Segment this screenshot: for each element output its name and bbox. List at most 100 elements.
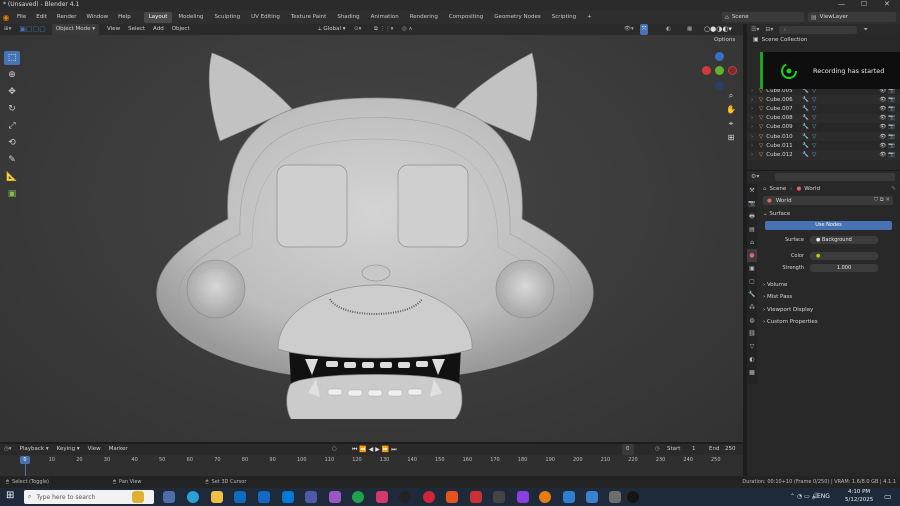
expand-icon[interactable]: › xyxy=(751,124,759,130)
properties-type-icon[interactable]: ⚙▾ xyxy=(747,173,763,180)
close-icon[interactable]: ✕ xyxy=(884,0,890,8)
add-cube-icon[interactable]: ▣ xyxy=(4,187,20,201)
y-axis-icon[interactable] xyxy=(715,66,724,75)
surface-shader-field[interactable]: ● Background xyxy=(810,235,878,244)
use-nodes-button[interactable]: Use Nodes xyxy=(765,220,892,230)
tab-layout[interactable]: Layout xyxy=(143,12,173,23)
scene-collection-row[interactable]: ▣ Scene Collection xyxy=(747,35,900,44)
windows-start-icon[interactable]: ⊞ xyxy=(6,490,14,501)
expand-icon[interactable]: › xyxy=(751,143,759,149)
filter-icon[interactable]: ⏷ xyxy=(863,26,868,34)
overlay-icon[interactable]: ◐ xyxy=(662,24,675,35)
scene-tab-icon[interactable]: ⌂ xyxy=(747,236,757,249)
rotate-icon[interactable]: ↻ xyxy=(4,102,20,116)
teams-icon[interactable] xyxy=(305,491,317,503)
expand-icon[interactable]: › xyxy=(751,106,759,112)
3d-viewport[interactable]: Options ⌕ ✋ ⌖ ⊞ xyxy=(0,35,743,442)
app-grey2-icon[interactable] xyxy=(609,491,621,503)
x-neg-axis-icon[interactable] xyxy=(702,66,711,75)
visibility-render-icons[interactable]: 👁 📷 xyxy=(879,124,895,130)
outliner-item[interactable]: › ▽ Cube.010 🔧 ▽ 👁 📷 xyxy=(747,131,900,142)
photos-icon[interactable] xyxy=(563,491,575,503)
tab-compositing[interactable]: Compositing xyxy=(444,12,488,23)
pin-icon[interactable]: ✎ xyxy=(891,186,896,192)
timeline-type-icon[interactable]: ◷▾ xyxy=(0,444,16,455)
menu-view-timeline[interactable]: View xyxy=(84,444,105,455)
menu-render[interactable]: Render xyxy=(52,11,82,24)
panel-surface[interactable]: ⌄ Surface xyxy=(747,208,900,221)
visibility-render-icons[interactable]: 👁 📷 xyxy=(879,97,895,103)
strength-field[interactable]: 1.000 xyxy=(810,263,878,272)
tab-shading[interactable]: Shading xyxy=(332,12,364,23)
modifiers-tab-icon[interactable]: 🔧 xyxy=(747,288,757,301)
snap-icon[interactable]: ⧉ ⋮⋮▾ xyxy=(370,24,397,35)
system-tray-icons[interactable]: ⌃ ◔ ▭ 🔊 xyxy=(790,493,819,500)
expand-icon[interactable]: › xyxy=(751,152,759,158)
edge-icon[interactable] xyxy=(187,491,199,503)
constraints-tab-icon[interactable]: ⛓ xyxy=(747,327,757,340)
outliner-item[interactable]: › ▽ Cube.006 🔧 ▽ 👁 📷 xyxy=(747,95,900,105)
app-blue-icon[interactable] xyxy=(586,491,598,503)
x-axis-icon[interactable] xyxy=(728,66,737,75)
shading-modes-icon[interactable]: ○●◑◐▾ xyxy=(700,24,736,35)
menu-help[interactable]: Help xyxy=(113,11,136,24)
object-tab-icon[interactable]: ▢ xyxy=(747,275,757,288)
timeline-body[interactable]: 0 10 20 30 40 50 60 70 80 90 100 110 120 130 140 150 160… xyxy=(0,455,743,476)
maximize-icon[interactable]: ☐ xyxy=(861,0,867,8)
world-tab-icon[interactable]: ● xyxy=(747,249,757,262)
fake-user-icon[interactable]: ⛉ ⧉ ✕ xyxy=(874,197,890,204)
app-purple-icon[interactable] xyxy=(329,491,341,503)
panel-custom-properties[interactable]: › Custom Properties xyxy=(747,316,900,329)
z-neg-axis-icon[interactable] xyxy=(715,81,724,90)
display-mode-icon[interactable]: ⊟▾ xyxy=(763,26,775,33)
transform-icon[interactable]: ⟲ xyxy=(4,136,20,150)
visibility-render-icons[interactable]: 👁 📷 xyxy=(879,106,895,112)
gizmo-toggle-icon[interactable]: ⤧ xyxy=(640,24,649,35)
menu-playback[interactable]: Playback ▾ xyxy=(16,444,53,455)
data-tab-icon[interactable]: ▽ xyxy=(747,340,757,353)
tab-animation[interactable]: Animation xyxy=(366,12,404,23)
menu-window[interactable]: Window xyxy=(81,11,113,24)
render-tab-icon[interactable]: 📷 xyxy=(747,197,757,210)
material-tab-icon[interactable]: ◐ xyxy=(747,353,757,366)
menu-file[interactable]: File xyxy=(12,11,31,24)
blender-taskbar-icon[interactable] xyxy=(539,491,551,503)
panel-viewport-display[interactable]: › Viewport Display xyxy=(747,304,900,317)
twitch-icon[interactable] xyxy=(517,491,529,503)
tab-modeling[interactable]: Modeling xyxy=(173,12,208,23)
chrome-icon[interactable] xyxy=(352,491,364,503)
app-grey-icon[interactable] xyxy=(493,491,505,503)
panel-volume[interactable]: › Volume xyxy=(747,279,900,292)
paint-app-icon[interactable] xyxy=(446,491,458,503)
outliner-type-icon[interactable]: ☰▾ xyxy=(747,26,763,33)
transform-orientation-dropdown[interactable]: ⟂ Global ▾ xyxy=(314,24,349,35)
file-explorer-icon[interactable] xyxy=(211,491,223,503)
visibility-render-icons[interactable]: 👁 📷 xyxy=(879,143,895,149)
clock-icon[interactable]: ◷ xyxy=(651,444,664,455)
task-view-icon[interactable] xyxy=(163,491,175,503)
mail-icon[interactable] xyxy=(258,491,270,503)
object-mode-dropdown[interactable]: Object Mode ▾ xyxy=(51,24,100,35)
visibility-render-icons[interactable]: 👁 📷 xyxy=(879,134,895,140)
media-player-icon[interactable] xyxy=(423,491,435,503)
recorder-icon[interactable] xyxy=(627,491,639,503)
expand-icon[interactable]: › xyxy=(751,115,759,121)
music-app-icon[interactable] xyxy=(376,491,388,503)
editor-type-icon[interactable]: ⊞▾ xyxy=(0,24,15,35)
clock-date[interactable]: 5/12/2025 xyxy=(845,497,873,503)
texture-tab-icon[interactable]: ▦ xyxy=(747,366,757,379)
measure-icon[interactable]: 📐 xyxy=(4,170,20,184)
outliner-item[interactable]: › ▽ Cube.007 🔧 ▽ 👁 📷 xyxy=(747,104,900,113)
tab-sculpting[interactable]: Sculpting xyxy=(209,12,245,23)
proportional-edit-icon[interactable]: ◎ ∧ xyxy=(398,24,417,35)
tab-texture-paint[interactable]: Texture Paint xyxy=(286,12,332,23)
xray-icon[interactable]: ▦ xyxy=(683,24,696,35)
grid-icon[interactable]: ⊞ xyxy=(724,133,738,147)
menu-add[interactable]: Add xyxy=(149,24,168,35)
visibility-render-icons[interactable]: 👁 📷 xyxy=(879,115,895,121)
store-icon[interactable] xyxy=(234,491,246,503)
roblox-icon[interactable] xyxy=(470,491,482,503)
camera-icon[interactable]: ⌖ xyxy=(724,119,738,133)
options-button[interactable]: Options xyxy=(714,37,735,43)
scale-icon[interactable]: ⤢ xyxy=(4,119,20,133)
